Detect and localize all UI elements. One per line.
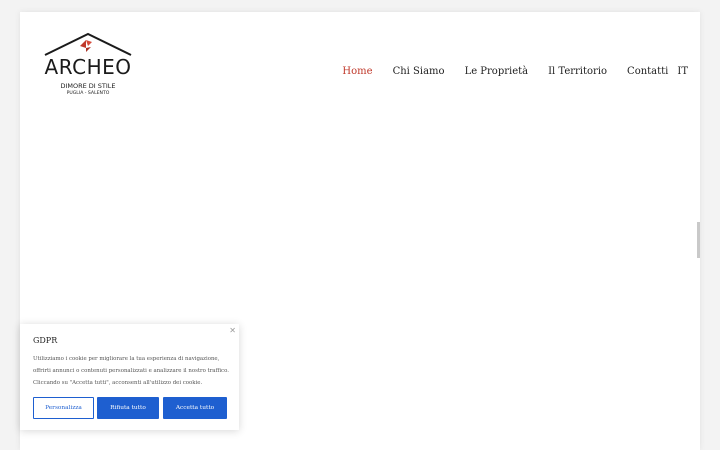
nav-item-home[interactable]: Home — [342, 66, 372, 77]
main-navigation: Home Chi Siamo Le Proprietà Il Territori… — [342, 66, 688, 77]
close-icon[interactable]: ✕ — [229, 326, 236, 335]
nav-item-chi-siamo[interactable]: Chi Siamo — [393, 66, 445, 77]
cookie-banner-text: Utilizziamo i cookie per migliorare la t… — [33, 356, 229, 386]
site-logo[interactable]: ARCHEO DIMORE DI STILE PUGLIA - SALENTO — [42, 32, 134, 102]
logo-wordmark: ARCHEO — [44, 55, 132, 79]
cookie-consent-banner: ✕ GDPR Utilizziamo i cookie per migliora… — [20, 324, 239, 430]
cookie-button-group: Personalizza Rifiuta tutto Accetta tutto — [33, 397, 227, 419]
reject-all-button[interactable]: Rifiuta tutto — [97, 397, 159, 419]
nav-item-le-proprieta[interactable]: Le Proprietà — [465, 66, 529, 77]
scrollbar-thumb[interactable] — [697, 222, 700, 258]
accept-all-button[interactable]: Accetta tutto — [163, 397, 227, 419]
language-switcher[interactable]: IT — [677, 66, 688, 77]
cookie-banner-title: GDPR — [33, 336, 58, 345]
logo-tagline: DIMORE DI STILE — [60, 82, 116, 90]
logo-region: PUGLIA - SALENTO — [66, 91, 110, 96]
nav-item-il-territorio[interactable]: Il Territorio — [548, 66, 607, 77]
nav-item-contatti[interactable]: Contatti — [627, 66, 668, 77]
customize-button[interactable]: Personalizza — [33, 397, 94, 419]
